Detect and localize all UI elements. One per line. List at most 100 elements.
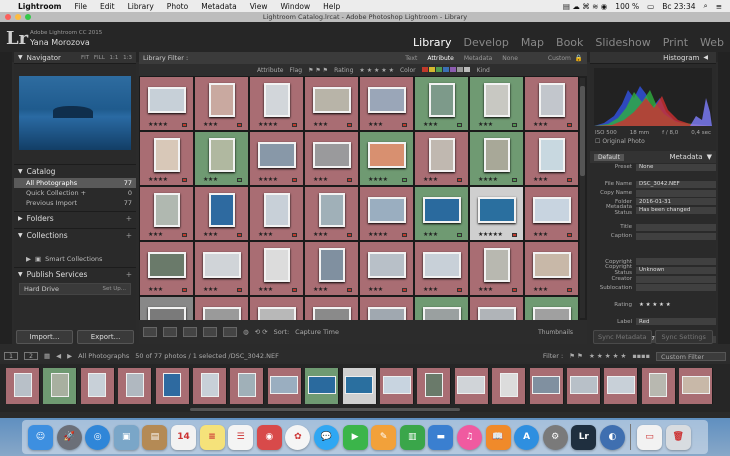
rating-stars[interactable]: ★★★ xyxy=(313,231,328,238)
rating-stars[interactable]: ★★★ xyxy=(423,176,438,183)
menu-photo[interactable]: Photo xyxy=(167,2,188,11)
filmstrip-cell[interactable] xyxy=(492,368,527,404)
filmstrip-cell[interactable] xyxy=(567,368,601,404)
swatch-purple[interactable] xyxy=(449,66,456,72)
ibooks-icon[interactable]: 📖 xyxy=(485,424,511,450)
right-panel-toggle[interactable] xyxy=(718,52,730,344)
color-label-chip[interactable] xyxy=(457,178,462,182)
filmstrip-thumbnail[interactable] xyxy=(681,376,710,395)
sync-settings-button[interactable]: Sync Settings xyxy=(654,330,713,344)
photo-thumbnail[interactable] xyxy=(532,307,571,320)
search-icon[interactable]: ⌕ xyxy=(704,1,708,11)
color-label-chip[interactable] xyxy=(567,288,572,292)
grid-cell[interactable]: ★★★ xyxy=(304,186,359,241)
rating-stars[interactable]: ★★★ xyxy=(533,121,548,128)
photo-thumbnail[interactable] xyxy=(367,197,406,224)
photo-thumbnail[interactable] xyxy=(422,197,461,224)
thumbnail-size-label[interactable]: Thumbnails xyxy=(538,329,573,336)
rating-stars[interactable]: ★★★ xyxy=(368,286,383,293)
metadata-value[interactable] xyxy=(636,275,716,283)
color-label-chip[interactable] xyxy=(292,288,297,292)
swatch-blue[interactable] xyxy=(442,66,449,72)
filmstrip-cell[interactable] xyxy=(454,368,489,404)
grid-cell[interactable] xyxy=(139,296,194,320)
grid-cell[interactable]: ★★★ xyxy=(194,186,249,241)
filmstrip-thumbnail[interactable] xyxy=(270,376,299,395)
navigator-header[interactable]: ▼ Navigator FIT FILL 1:1 1:3 xyxy=(14,52,136,64)
metadata-value[interactable]: Red xyxy=(636,318,716,326)
module-print[interactable]: Print xyxy=(663,36,688,49)
module-library[interactable]: Library xyxy=(413,36,451,49)
rating-stars[interactable]: ★★★ xyxy=(203,176,218,183)
grid-cell[interactable]: ★★★ xyxy=(304,131,359,186)
photo-thumbnail[interactable] xyxy=(257,142,296,169)
photo-thumbnail[interactable] xyxy=(318,248,345,283)
grid-cell[interactable]: ★★★ xyxy=(304,76,359,131)
grid-cell[interactable]: ★★★★ xyxy=(249,131,304,186)
filmstrip-cell[interactable] xyxy=(417,368,452,404)
metadata-value[interactable] xyxy=(636,258,716,266)
rating-stars[interactable]: ★★★ xyxy=(368,121,383,128)
photo-thumbnail[interactable] xyxy=(147,87,186,114)
messages-icon[interactable]: 💬 xyxy=(313,424,339,450)
filmstrip-source[interactable]: All Photographs xyxy=(78,352,129,360)
filmstrip-cell[interactable] xyxy=(193,368,227,404)
grid-cell[interactable]: ★★★ xyxy=(249,186,304,241)
metadata-value[interactable]: 2016-01-31 xyxy=(636,198,716,206)
app-store-icon[interactable]: A xyxy=(514,424,540,450)
grid-cell[interactable]: ★★★ xyxy=(139,241,194,296)
grid-cell[interactable]: ★★★ xyxy=(249,241,304,296)
color-label-chip[interactable] xyxy=(347,178,352,182)
color-label-chip[interactable] xyxy=(292,178,297,182)
sync-metadata-button[interactable]: Sync Metadata xyxy=(593,330,652,344)
photo-thumbnail[interactable] xyxy=(428,83,455,118)
color-label-chip[interactable] xyxy=(182,233,187,237)
grid-cell[interactable]: ★★★ xyxy=(414,76,469,131)
color-swatches[interactable] xyxy=(421,66,471,74)
rating-stars[interactable]: ★★★★★ xyxy=(478,231,503,238)
filmstrip-cell[interactable] xyxy=(641,368,676,404)
color-label-chip[interactable] xyxy=(237,233,242,237)
module-map[interactable]: Map xyxy=(521,36,544,49)
module-web[interactable]: Web xyxy=(700,36,724,49)
photo-thumbnail[interactable] xyxy=(477,197,516,224)
lock-icon[interactable]: 🔒 xyxy=(575,54,583,62)
grid-cell[interactable]: ★★★ xyxy=(359,241,414,296)
quicktime-icon[interactable]: ◐ xyxy=(599,424,625,450)
color-label-chip[interactable] xyxy=(182,178,187,182)
reminders-icon[interactable]: ☰ xyxy=(228,424,254,450)
filmstrip-thumbnail[interactable] xyxy=(200,373,219,398)
rating-stars[interactable]: ★★★ xyxy=(203,121,218,128)
grid-cell[interactable]: ★★★ xyxy=(414,186,469,241)
rating-stars[interactable]: ★★★★ xyxy=(478,176,498,183)
numbers-icon[interactable]: ▥ xyxy=(399,424,425,450)
pages-icon[interactable]: ✎ xyxy=(371,424,397,450)
color-label-chip[interactable] xyxy=(402,178,407,182)
rating-stars[interactable]: ★★★ xyxy=(313,121,328,128)
photo-thumbnail[interactable] xyxy=(202,252,241,279)
rating-stars[interactable]: ★★★★ xyxy=(368,231,388,238)
grid-cell[interactable]: ★★★ xyxy=(304,241,359,296)
color-label-chip[interactable] xyxy=(402,288,407,292)
metadata-value[interactable] xyxy=(636,189,716,197)
module-book[interactable]: Book xyxy=(556,36,583,49)
color-label-chip[interactable] xyxy=(512,233,517,237)
grid-cell[interactable]: ★★★ xyxy=(194,131,249,186)
rating-filter-stars[interactable]: ★ ★ ★ ★ ★ xyxy=(359,67,394,74)
photo-thumbnail[interactable] xyxy=(147,307,186,320)
grid-cell[interactable]: ★★★ xyxy=(194,241,249,296)
photo-thumbnail[interactable] xyxy=(312,87,351,114)
rating-stars[interactable]: ★★★★ xyxy=(148,121,168,128)
publish-services-header[interactable]: ▼ Publish Services + xyxy=(14,267,136,281)
smart-collections-row[interactable]: ▶ ▣ Smart Collections xyxy=(14,254,136,264)
preview-icon[interactable]: ▣ xyxy=(113,424,139,450)
filmstrip-thumbnail[interactable] xyxy=(532,376,561,395)
photo-thumbnail[interactable] xyxy=(263,193,290,228)
filmstrip-thumbnail[interactable] xyxy=(50,373,69,398)
color-label-chip[interactable] xyxy=(292,123,297,127)
metadata-value[interactable] xyxy=(636,284,716,292)
facetime-icon[interactable]: ▶ xyxy=(342,424,368,450)
menu-view[interactable]: View xyxy=(250,2,268,11)
grid-cell[interactable]: ★★★ xyxy=(524,241,579,296)
histogram-chart[interactable] xyxy=(594,68,712,126)
